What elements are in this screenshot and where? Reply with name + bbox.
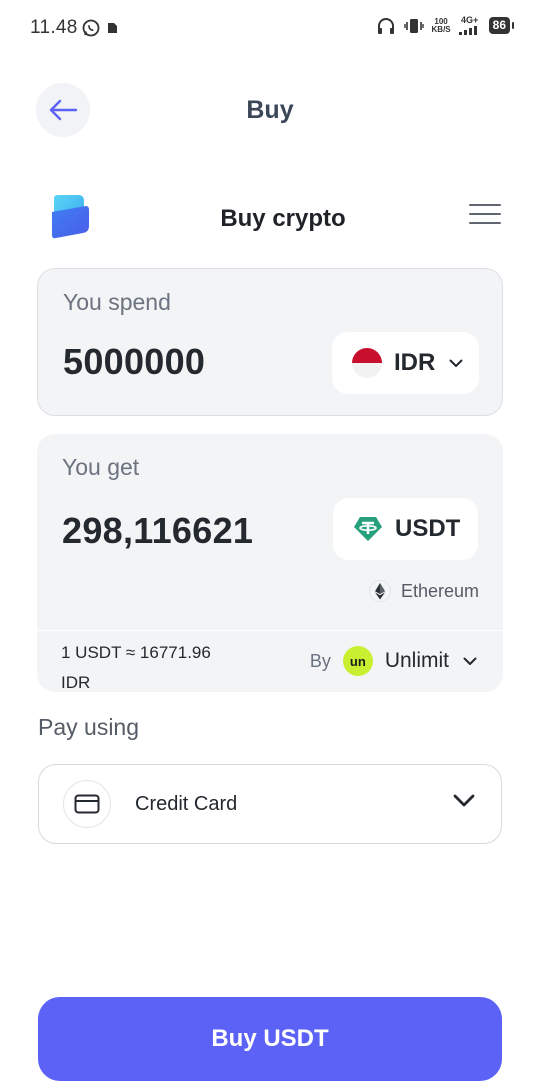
buy-usdt-button[interactable]: Buy USDT bbox=[38, 997, 502, 1081]
provider-name: Unlimit bbox=[384, 649, 449, 672]
spend-card: You spend 5000000 IDR bbox=[37, 268, 503, 416]
exchange-rate: 1 USDT ≈ 16771.96 IDR bbox=[61, 643, 211, 692]
spend-label: You spend bbox=[63, 289, 171, 315]
battery-indicator: 86 bbox=[488, 17, 515, 34]
get-amount: 298,116621 bbox=[62, 510, 254, 551]
signal-indicator: 4G+ bbox=[458, 16, 481, 35]
unlimit-logo-icon: un bbox=[342, 646, 373, 676]
network-label: Ethereum bbox=[400, 580, 479, 601]
status-bar: 11.48 100 KB/S 4G+ 86 bbox=[0, 0, 540, 56]
indonesia-flag-icon bbox=[352, 348, 382, 378]
whatsapp-icon bbox=[82, 19, 100, 37]
status-time: 11.48 bbox=[30, 17, 78, 38]
vibrate-icon bbox=[403, 18, 424, 33]
spend-currency-selector[interactable]: IDR bbox=[332, 332, 479, 394]
chevron-down-icon bbox=[449, 359, 463, 367]
spend-amount-input[interactable]: 5000000 bbox=[63, 341, 205, 383]
get-currency-selector[interactable]: USDT bbox=[333, 498, 478, 560]
spend-currency-label: IDR bbox=[394, 349, 436, 376]
page-title: Buy bbox=[246, 96, 294, 124]
get-label: You get bbox=[62, 454, 140, 480]
get-currency-label: USDT bbox=[395, 515, 461, 542]
notification-icon bbox=[108, 23, 117, 33]
network-badge: Ethereum bbox=[368, 580, 479, 602]
chevron-down-icon bbox=[453, 794, 475, 807]
pay-using-label: Pay using bbox=[38, 714, 140, 740]
provider-by-label: By bbox=[309, 650, 331, 671]
hamburger-menu-icon[interactable] bbox=[469, 204, 501, 226]
payment-method-select[interactable]: Credit Card bbox=[38, 764, 502, 844]
credit-card-icon bbox=[74, 794, 100, 814]
tether-icon bbox=[354, 517, 382, 541]
get-card: You get 298,116621 USDT Ethereum 1 USDT … bbox=[37, 434, 503, 692]
divider bbox=[37, 630, 503, 631]
provider-selector[interactable]: By un Unlimit bbox=[310, 646, 477, 676]
network-speed: 100 KB/S bbox=[431, 16, 451, 34]
payment-method-label: Credit Card bbox=[135, 792, 238, 815]
widget-title: Buy crypto bbox=[220, 205, 346, 232]
chevron-down-icon bbox=[463, 657, 477, 665]
signal-icon bbox=[458, 26, 477, 35]
headphones-icon bbox=[377, 17, 394, 34]
ethereum-icon bbox=[368, 580, 391, 602]
